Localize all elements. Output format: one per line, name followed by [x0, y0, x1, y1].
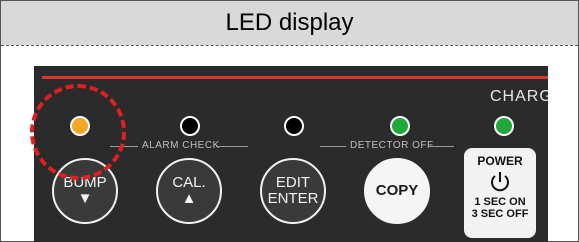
- led-cal: [180, 116, 200, 136]
- edit-label: EDIT: [275, 174, 311, 191]
- enter-label: ENTER: [267, 190, 319, 207]
- detector-off-line-left: [320, 146, 346, 147]
- up-arrow-icon: ▲: [181, 190, 197, 207]
- led-edit: [284, 116, 304, 136]
- charge-label: CHARGE: [490, 88, 548, 105]
- alarm-check-line-right: [216, 146, 248, 147]
- header-bar: LED display: [1, 1, 578, 45]
- highlight-circle: [30, 84, 126, 180]
- power-icon: [464, 170, 536, 194]
- power-button[interactable]: POWER 1 SEC ON 3 SEC OFF: [464, 148, 536, 238]
- power-on-hint: 1 SEC ON: [474, 196, 526, 208]
- copy-button[interactable]: COPY: [364, 158, 430, 224]
- down-arrow-icon: ▼: [77, 190, 93, 207]
- edit-enter-button[interactable]: EDIT ENTER: [260, 158, 326, 224]
- red-stripe: [42, 76, 548, 79]
- power-label: POWER: [477, 154, 523, 168]
- copy-button-label: COPY: [375, 182, 419, 199]
- led-copy: [390, 116, 410, 136]
- alarm-check-label: ALARM CHECK: [142, 140, 220, 151]
- cal-button-label: CAL.: [172, 174, 206, 191]
- led-power: [494, 116, 514, 136]
- power-off-hint: 3 SEC OFF: [471, 208, 529, 220]
- dashed-divider: [1, 45, 578, 46]
- detector-off-line-right: [428, 146, 454, 147]
- header-title: LED display: [225, 9, 354, 36]
- cal-button[interactable]: CAL. ▲: [156, 158, 222, 224]
- detector-off-label: DETECTOR OFF: [350, 140, 434, 151]
